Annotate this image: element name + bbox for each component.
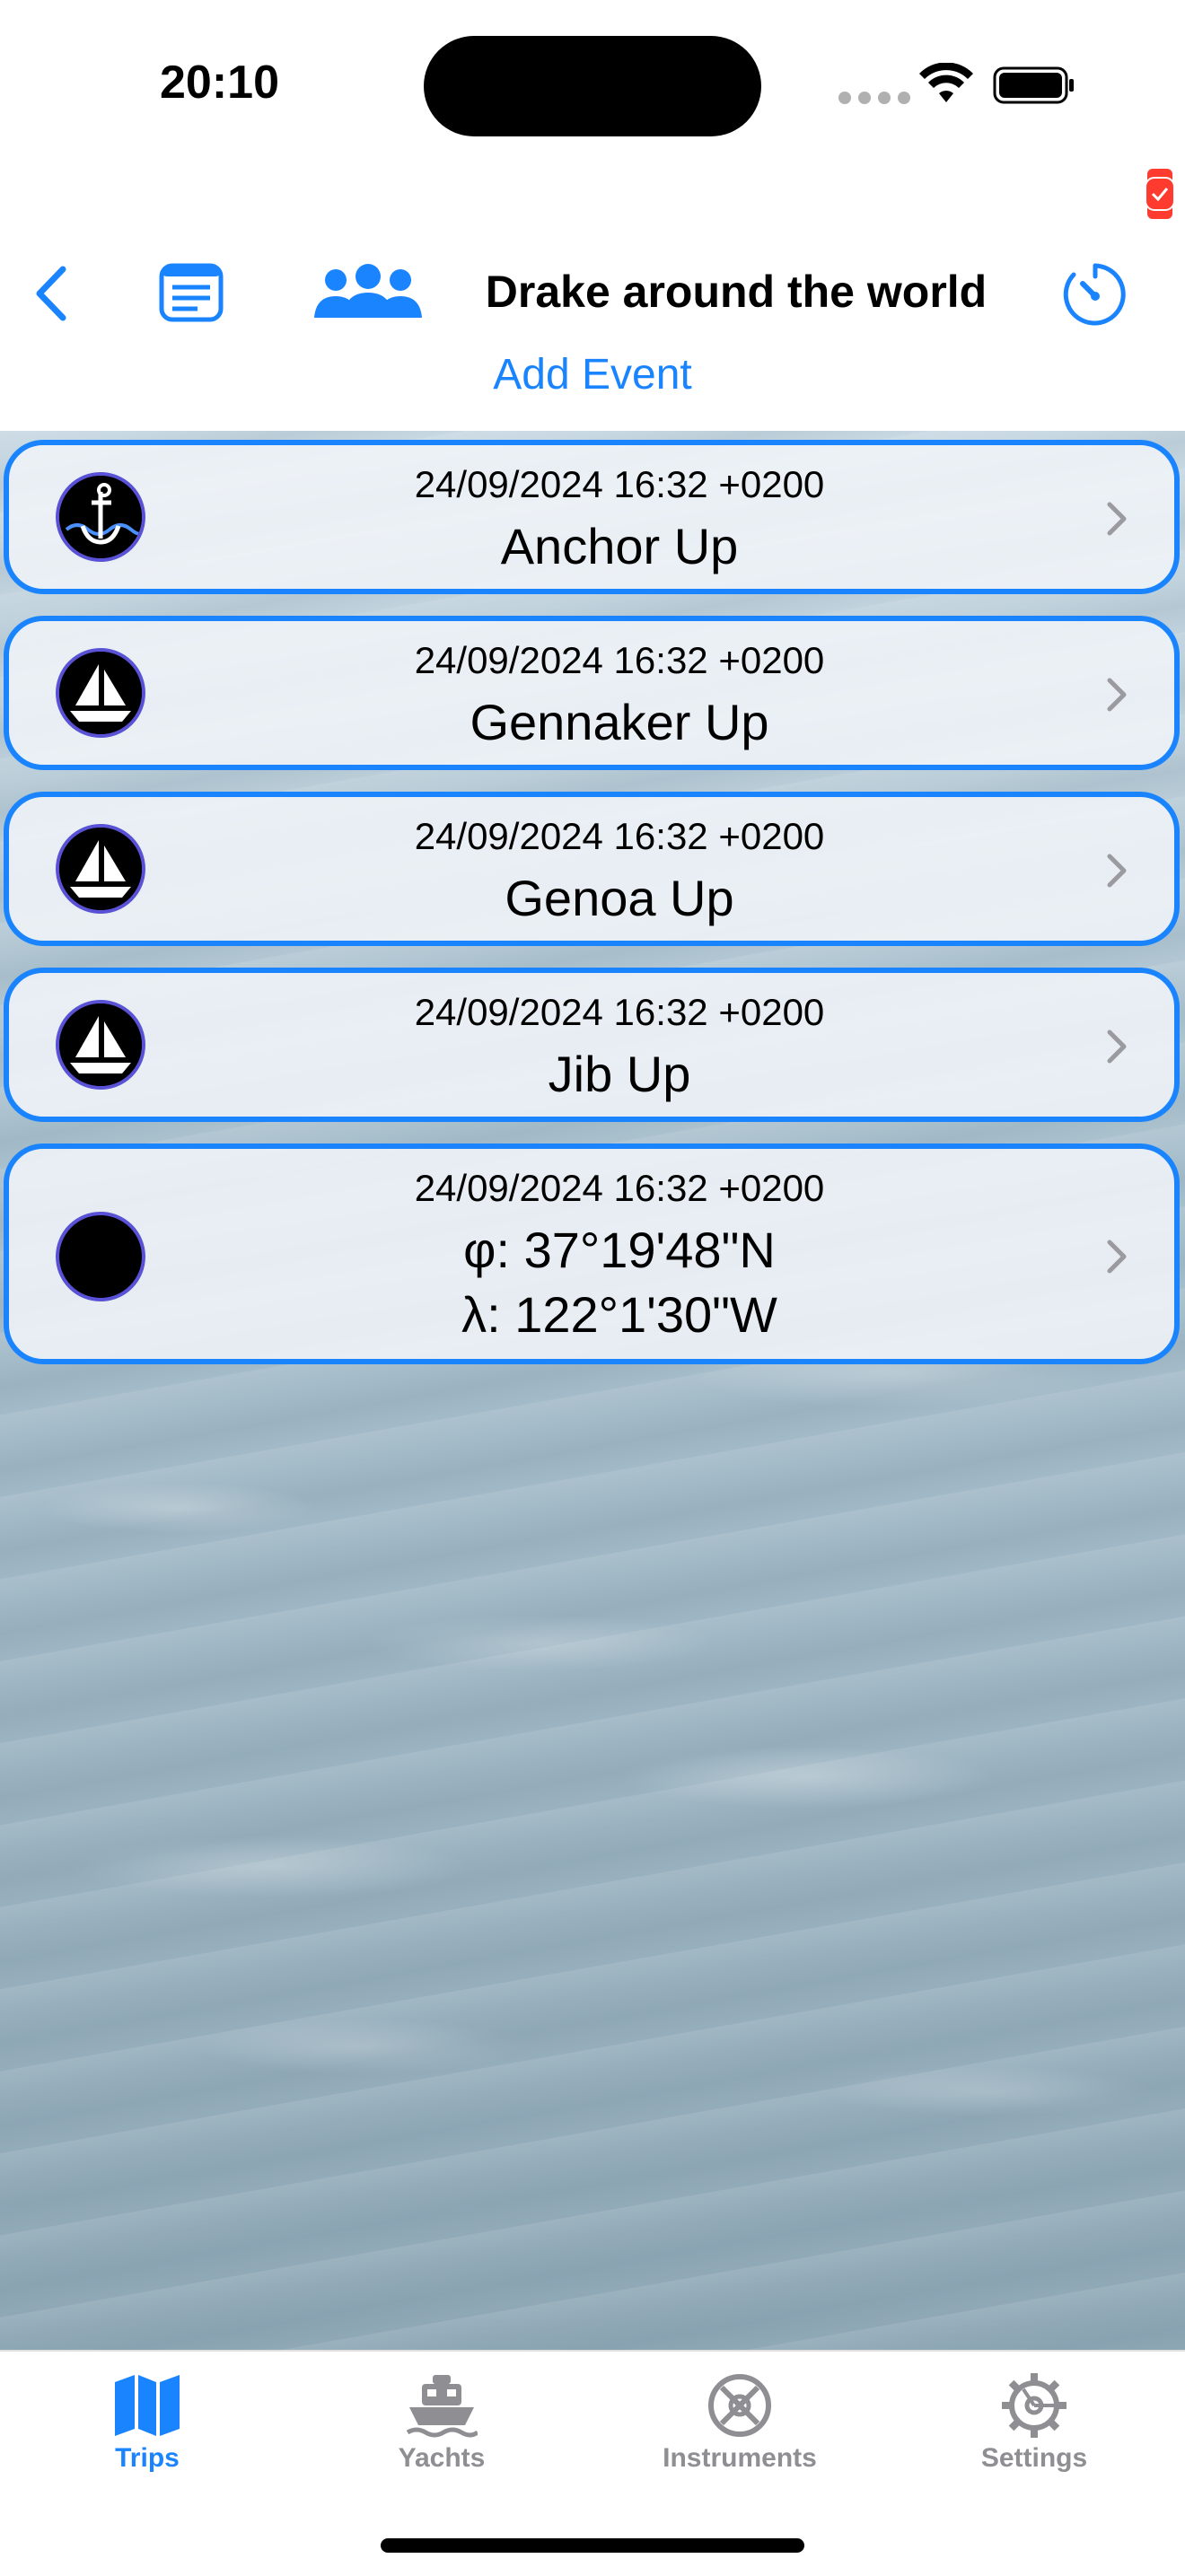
event-datetime: 24/09/2024 16:32 +0200 [414, 463, 825, 505]
event-datetime: 24/09/2024 16:32 +0200 [414, 991, 825, 1033]
back-chevron-icon[interactable] [27, 260, 77, 327]
chevron-right-icon [1107, 1030, 1127, 1064]
event-row[interactable]: 24/09/2024 16:32 +0200 Gennaker Up [4, 616, 1180, 770]
event-title: Gennaker Up [470, 694, 769, 750]
tab-trips[interactable]: Trips [40, 2361, 255, 2474]
chevron-right-icon [1107, 854, 1127, 888]
home-indicator[interactable] [381, 2538, 804, 2553]
event-title: Anchor Up [500, 518, 739, 574]
tab-settings[interactable]: Settings [926, 2361, 1142, 2474]
gear-icon [1002, 2373, 1066, 2438]
event-list: 24/09/2024 16:32 +0200 Anchor Up 24/09/2… [0, 431, 1185, 2350]
event-datetime: 24/09/2024 16:32 +0200 [414, 1167, 825, 1209]
event-latitude: φ: 37°19'48"N [463, 1222, 776, 1278]
wifi-icon [919, 63, 973, 102]
status-bar: 20:10 [0, 0, 1185, 219]
event-datetime: 24/09/2024 16:32 +0200 [414, 639, 825, 681]
timer-icon[interactable] [1061, 257, 1129, 329]
tab-label: Instruments [663, 2443, 817, 2473]
tab-label: Settings [980, 2443, 1088, 2473]
watch-icon [1145, 169, 1175, 219]
status-time: 20:10 [160, 57, 279, 109]
tab-instruments[interactable]: Instruments [632, 2361, 847, 2474]
crew-icon[interactable] [312, 262, 424, 321]
event-title: Genoa Up [505, 870, 734, 926]
tab-label: Trips [115, 2443, 180, 2473]
event-row[interactable]: 24/09/2024 16:32 +0200 Jib Up [4, 968, 1180, 1122]
map-icon [115, 2375, 180, 2436]
cellular-signal-icon [838, 92, 917, 109]
battery-icon [993, 66, 1074, 104]
event-row[interactable]: 24/09/2024 16:32 +0200 Genoa Up [4, 792, 1180, 946]
event-row[interactable]: 24/09/2024 16:32 +0200 φ: 37°19'48"N λ: … [4, 1143, 1180, 1364]
event-datetime: 24/09/2024 16:32 +0200 [414, 815, 825, 857]
dynamic-island [424, 36, 761, 136]
event-row[interactable]: 24/09/2024 16:32 +0200 Anchor Up [4, 440, 1180, 594]
chevron-right-icon [1107, 502, 1127, 536]
ship-icon [406, 2375, 478, 2438]
logbook-icon[interactable] [158, 260, 224, 327]
event-title: Jib Up [548, 1046, 691, 1102]
trip-title: Drake around the world [485, 267, 988, 317]
add-event-button[interactable]: Add Event [413, 350, 772, 399]
navigation-bar: Drake around the world Add Event [0, 224, 1185, 431]
chevron-right-icon [1107, 1240, 1127, 1274]
event-longitude: λ: 122°1'30"W [461, 1286, 777, 1343]
tab-label: Yachts [398, 2443, 486, 2473]
chevron-right-icon [1107, 678, 1127, 712]
compass-icon [708, 2374, 771, 2437]
tab-yachts[interactable]: Yachts [334, 2361, 549, 2474]
